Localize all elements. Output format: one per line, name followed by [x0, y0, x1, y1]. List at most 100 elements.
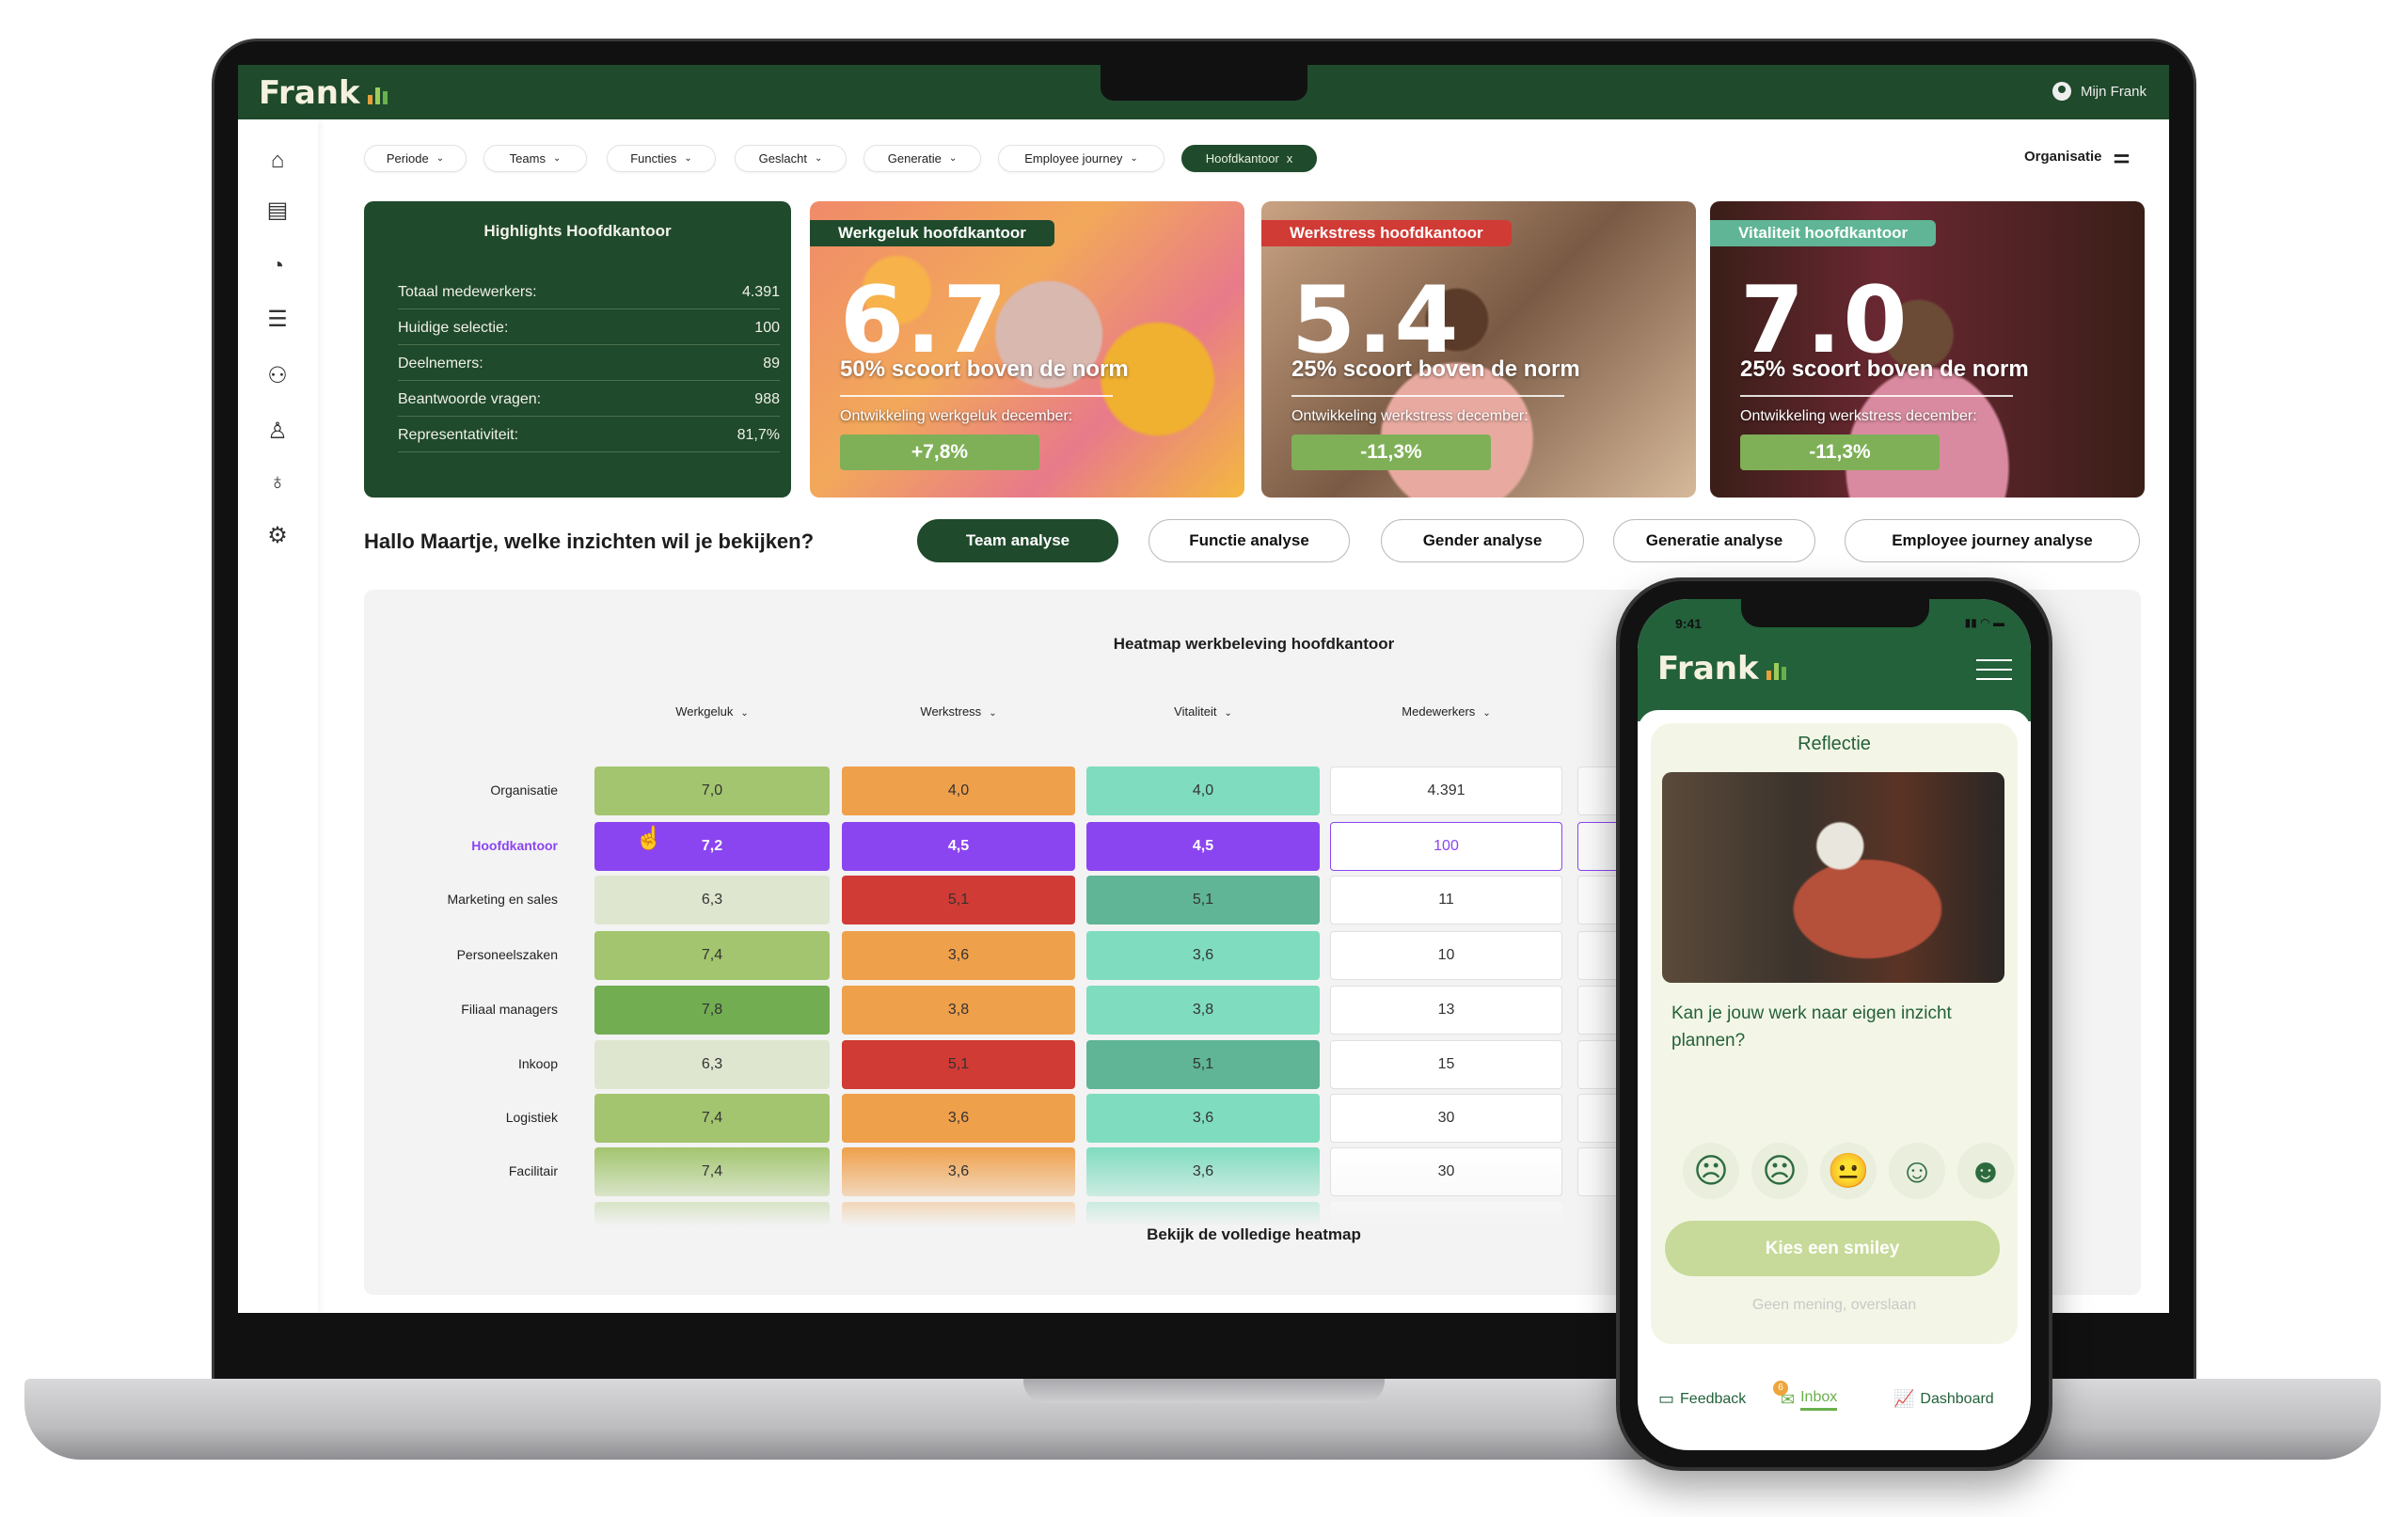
- heatmap-cell[interactable]: 10: [1330, 931, 1562, 980]
- phone-nav-dashboard[interactable]: 📈 Dashboard: [1893, 1389, 1994, 1409]
- heatmap-cell[interactable]: 3,6: [1086, 1094, 1320, 1143]
- filter-chip-geslacht[interactable]: Geslacht ⌄: [735, 145, 847, 172]
- score-card[interactable]: Werkgeluk hoofdkantoor 6.7 50% scoort bove…: [810, 201, 1244, 498]
- hamburger-menu-icon[interactable]: [1976, 659, 2012, 680]
- gear-icon[interactable]: ⚙: [264, 523, 291, 549]
- heatmap-cell[interactable]: 30: [1330, 1147, 1562, 1196]
- analysis-button-functie-analyse[interactable]: Functie analyse: [1149, 519, 1350, 562]
- row-label[interactable]: Filiaal managers: [370, 1002, 558, 1017]
- heatmap-cell[interactable]: 3,6: [842, 931, 1075, 980]
- row-label[interactable]: Marketing en sales: [370, 892, 558, 907]
- filter-label: Periode: [386, 151, 429, 166]
- filter-chip-hoofdkantoor[interactable]: Hoofdkantoor x: [1181, 145, 1317, 172]
- analysis-button-employee-journey-analyse[interactable]: Employee journey analyse: [1845, 519, 2140, 562]
- column-label: Werkgeluk: [675, 704, 734, 719]
- home-icon[interactable]: ⌂: [264, 148, 291, 174]
- sliders-icon[interactable]: ☰: [264, 307, 291, 333]
- heatmap-cell[interactable]: 4,5: [842, 822, 1075, 871]
- heatmap-cell[interactable]: 3,8: [1086, 986, 1320, 1035]
- heatmap-cell[interactable]: 7,8: [594, 986, 830, 1035]
- award-icon[interactable]: ⚇: [264, 363, 291, 389]
- report-icon[interactable]: ▤: [264, 198, 291, 224]
- column-header-werkgeluk[interactable]: Werkgeluk ⌄: [594, 704, 830, 719]
- phone-nav-inbox[interactable]: ✉ 6 Inbox: [1773, 1381, 1838, 1411]
- heatmap-cell[interactable]: 4.391: [1330, 766, 1562, 815]
- heatmap-cell[interactable]: 30: [1330, 1094, 1562, 1143]
- heatmap-cell[interactable]: 7,4: [594, 1094, 830, 1143]
- column-header-werkstress[interactable]: Werkstress ⌄: [842, 704, 1075, 719]
- close-icon[interactable]: x: [1287, 151, 1293, 166]
- card-divider: [1740, 395, 2013, 397]
- heatmap-cell[interactable]: 6,3: [594, 1040, 830, 1089]
- my-frank-link[interactable]: Mijn Frank: [2052, 82, 2147, 101]
- heatmap-cell[interactable]: 3,6: [1086, 931, 1320, 980]
- user-icon[interactable]: ♙: [264, 419, 291, 445]
- row-label[interactable]: Personeelszaken: [370, 947, 558, 962]
- phone-frank-logo: Frank: [1657, 650, 1786, 687]
- filter-chip-generatie[interactable]: Generatie ⌄: [863, 145, 981, 172]
- happy-face-icon[interactable]: ☺: [1889, 1143, 1945, 1199]
- row-label[interactable]: Organisatie: [370, 782, 558, 798]
- card-delta-badge: +7,8%: [840, 435, 1039, 470]
- logo-text: Frank: [259, 74, 360, 112]
- heatmap-cell[interactable]: 3,6: [842, 1147, 1075, 1196]
- neutral-face-icon[interactable]: 😐: [1820, 1143, 1877, 1199]
- heatmap-cell[interactable]: 5,1: [842, 876, 1075, 924]
- heatmap-cell[interactable]: 5,1: [1086, 1040, 1320, 1089]
- card-norm-text: 25% scoort boven de norm: [1740, 356, 2029, 382]
- analysis-button-generatie-analyse[interactable]: Generatie analyse: [1613, 519, 1815, 562]
- heatmap-cell[interactable]: 7,0: [594, 766, 830, 815]
- chevron-down-icon: ⌄: [1224, 708, 1232, 719]
- heatmap-cell[interactable]: 3,6: [842, 1094, 1075, 1143]
- heatmap-cell[interactable]: 5,1: [842, 1040, 1075, 1089]
- heatmap-cell-faded: [842, 1202, 1075, 1226]
- organisation-selector[interactable]: Organisatie ⚌: [2024, 145, 2130, 168]
- heatmap-cell[interactable]: 3,6: [1086, 1147, 1320, 1196]
- choose-smiley-button[interactable]: Kies een smiley: [1665, 1221, 2000, 1276]
- filter-chip-employee-journey[interactable]: Employee journey ⌄: [998, 145, 1164, 172]
- highlight-value: 81,7%: [737, 427, 780, 443]
- column-header-medewerkers[interactable]: Medewerkers ⌄: [1330, 704, 1562, 719]
- very-happy-face-icon[interactable]: ☻: [1957, 1143, 2014, 1199]
- heatmap-cell-faded: [1330, 1202, 1562, 1226]
- row-label[interactable]: Logistiek: [370, 1110, 558, 1125]
- lightbulb-icon[interactable]: ♁: [264, 469, 291, 496]
- analysis-button-team-analyse[interactable]: Team analyse: [917, 519, 1118, 562]
- heatmap-cell[interactable]: 7,2: [594, 822, 830, 871]
- heatmap-cell[interactable]: 6,3: [594, 876, 830, 924]
- sad-face-icon[interactable]: ☹: [1751, 1143, 1808, 1199]
- filter-chip-periode[interactable]: Periode ⌄: [364, 145, 467, 172]
- frank-logo[interactable]: Frank: [259, 74, 388, 112]
- pie-chart-icon[interactable]: ◔: [264, 253, 291, 279]
- heatmap-cell[interactable]: 100: [1330, 822, 1562, 871]
- heatmap-cell[interactable]: 3,8: [842, 986, 1075, 1035]
- heatmap-cell[interactable]: 4,5: [1086, 822, 1320, 871]
- view-full-heatmap-link[interactable]: Bekijk de volledige heatmap: [1131, 1225, 1377, 1244]
- heatmap-cell[interactable]: 5,1: [1086, 876, 1320, 924]
- heatmap-cell[interactable]: 7,4: [594, 931, 830, 980]
- highlight-value: 89: [763, 356, 780, 371]
- heatmap-cell[interactable]: 11: [1330, 876, 1562, 924]
- astronaut-photo: [1662, 772, 2004, 983]
- score-card[interactable]: Werkstress hoofdkantoor 5.4 25% scoort bov…: [1261, 201, 1696, 498]
- heatmap-cell[interactable]: 15: [1330, 1040, 1562, 1089]
- filter-chip-functies[interactable]: Functies ⌄: [607, 145, 716, 172]
- highlight-label: Huidige selectie:: [398, 320, 509, 336]
- phone-logo-text: Frank: [1657, 650, 1759, 687]
- heatmap-cell[interactable]: 13: [1330, 986, 1562, 1035]
- heatmap-cell[interactable]: 4,0: [842, 766, 1075, 815]
- column-header-vitaliteit[interactable]: Vitaliteit ⌄: [1086, 704, 1320, 719]
- row-label[interactable]: Facilitair: [370, 1163, 558, 1178]
- phone-nav-feedback[interactable]: ▭ Feedback: [1658, 1389, 1746, 1409]
- score-card[interactable]: Vitaliteit hoofdkantoor 7.0 25% scoort bov…: [1710, 201, 2145, 498]
- heatmap-cell[interactable]: 7,4: [594, 1147, 830, 1196]
- highlight-row: Deelnemers: 89: [398, 356, 780, 381]
- chevron-down-icon: ⌄: [740, 708, 749, 719]
- skip-link[interactable]: Geen mening, overslaan: [1638, 1297, 2031, 1314]
- filter-chip-teams[interactable]: Teams ⌄: [483, 145, 587, 172]
- very-sad-face-icon[interactable]: ☹: [1683, 1143, 1739, 1199]
- analysis-button-gender-analyse[interactable]: Gender analyse: [1381, 519, 1584, 562]
- heatmap-cell[interactable]: 4,0: [1086, 766, 1320, 815]
- row-label[interactable]: Hoofdkantoor: [370, 838, 558, 853]
- row-label[interactable]: Inkoop: [370, 1056, 558, 1071]
